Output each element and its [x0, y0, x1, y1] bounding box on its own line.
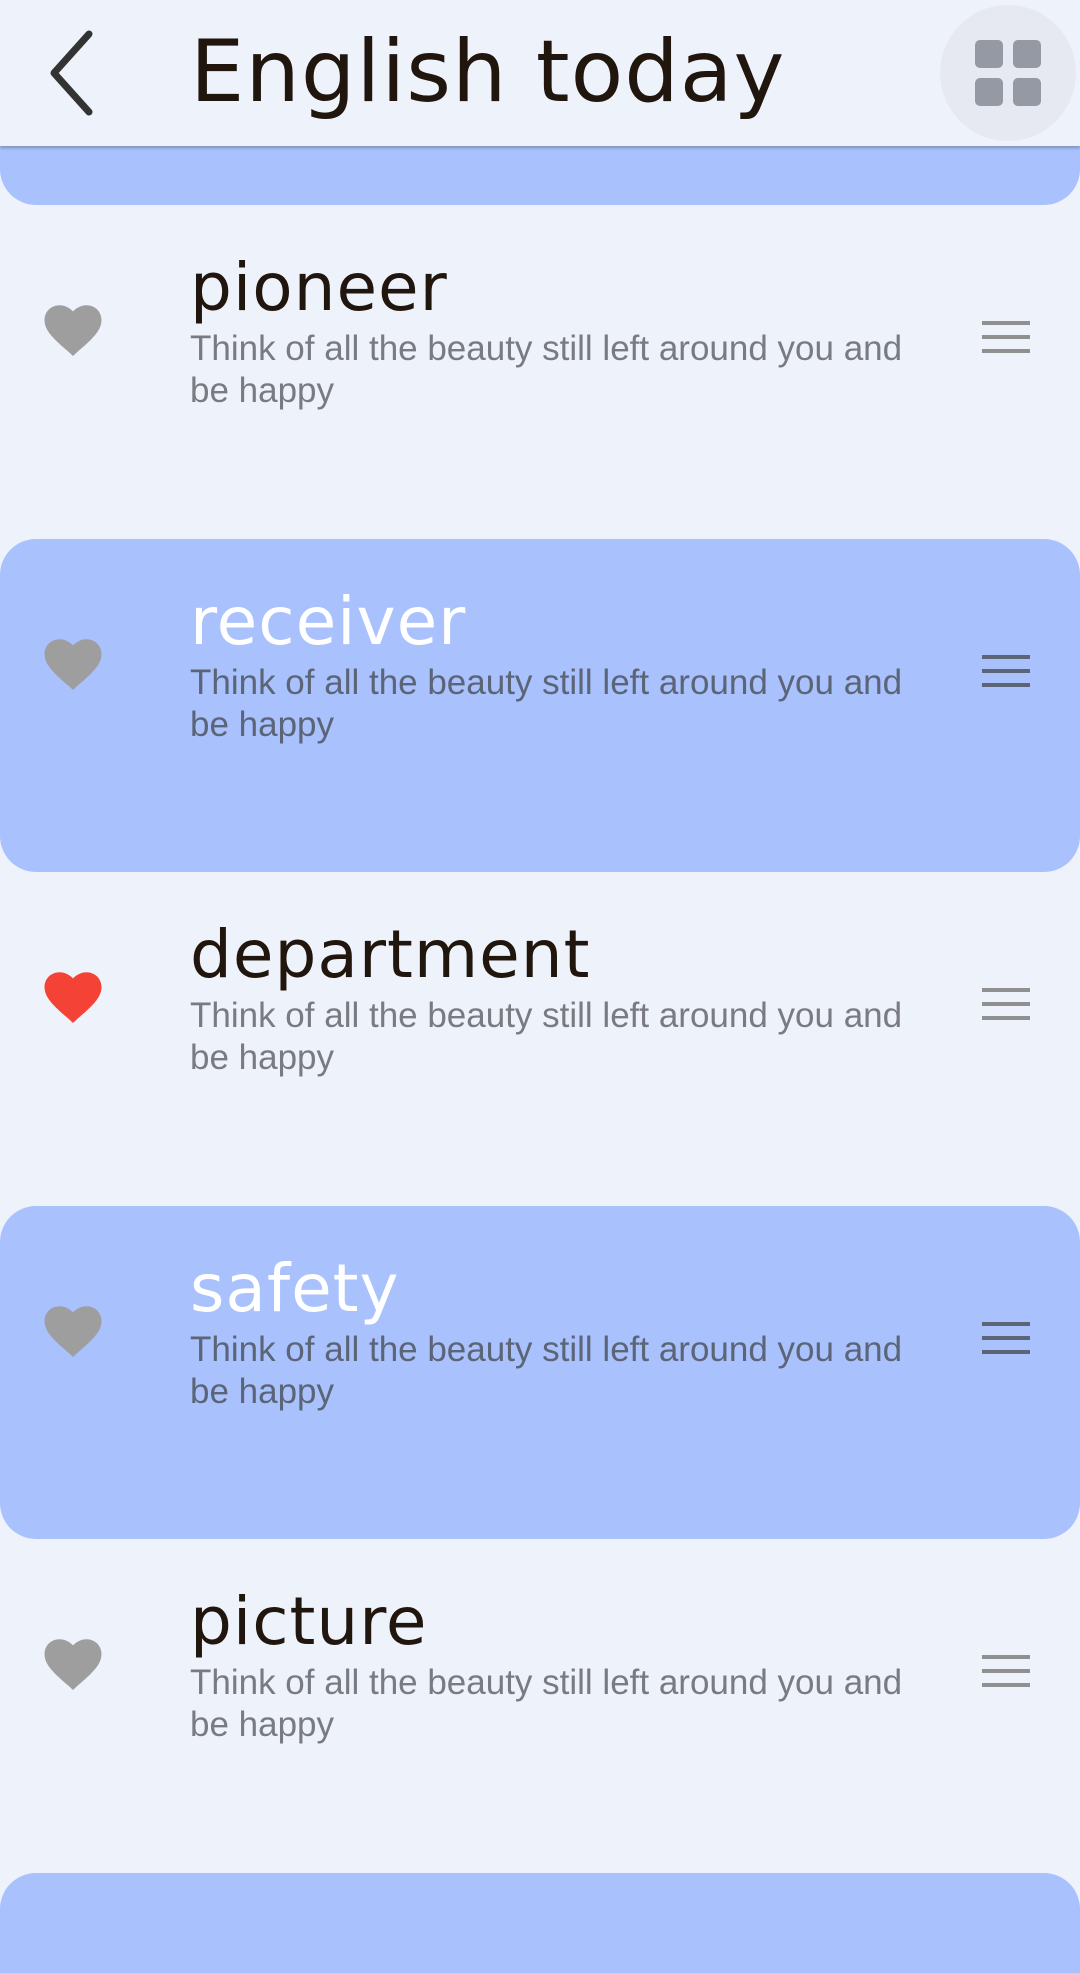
drag-handle-icon[interactable] [980, 317, 1032, 357]
heart-icon[interactable] [43, 1638, 103, 1690]
word-description: Think of all the beauty still left aroun… [190, 663, 903, 744]
word-title: safety [190, 1250, 400, 1327]
heart-icon[interactable] [43, 1305, 103, 1357]
heart-icon[interactable] [43, 638, 103, 690]
page-title: English today [190, 22, 786, 122]
word-description: Think of all the beauty still left aroun… [190, 1663, 903, 1744]
drag-handle-icon[interactable] [980, 651, 1032, 691]
list-item[interactable]: department Think of all the beauty still… [0, 872, 1080, 1205]
word-title: picture [190, 1583, 428, 1660]
word-title: department [190, 916, 591, 993]
heart-icon[interactable] [43, 304, 103, 356]
chevron-left-icon [50, 30, 93, 116]
back-button[interactable] [24, 18, 124, 128]
drag-handle-icon[interactable] [980, 1651, 1032, 1691]
word-description: Think of all the beauty still left aroun… [190, 996, 903, 1077]
list-item[interactable]: pioneer Think of all the beauty still le… [0, 205, 1080, 538]
grid-view-button[interactable] [940, 5, 1076, 141]
word-description: Think of all the beauty still left aroun… [190, 1330, 903, 1411]
list-item[interactable]: receiver Think of all the beauty still l… [0, 539, 1080, 872]
word-title: receiver [190, 583, 467, 660]
drag-handle-icon[interactable] [980, 984, 1032, 1024]
drag-handle-icon[interactable] [980, 1318, 1032, 1358]
list-item-partial-bottom[interactable] [0, 1873, 1080, 1973]
word-description: Think of all the beauty still left aroun… [190, 329, 903, 410]
list-item[interactable]: safety Think of all the beauty still lef… [0, 1206, 1080, 1539]
word-title: pioneer [190, 249, 448, 326]
grid-view-icon [975, 40, 1041, 106]
app-bar: English today [0, 0, 1080, 146]
heart-icon[interactable] [43, 971, 103, 1023]
list-item[interactable]: picture Think of all the beauty still le… [0, 1539, 1080, 1872]
